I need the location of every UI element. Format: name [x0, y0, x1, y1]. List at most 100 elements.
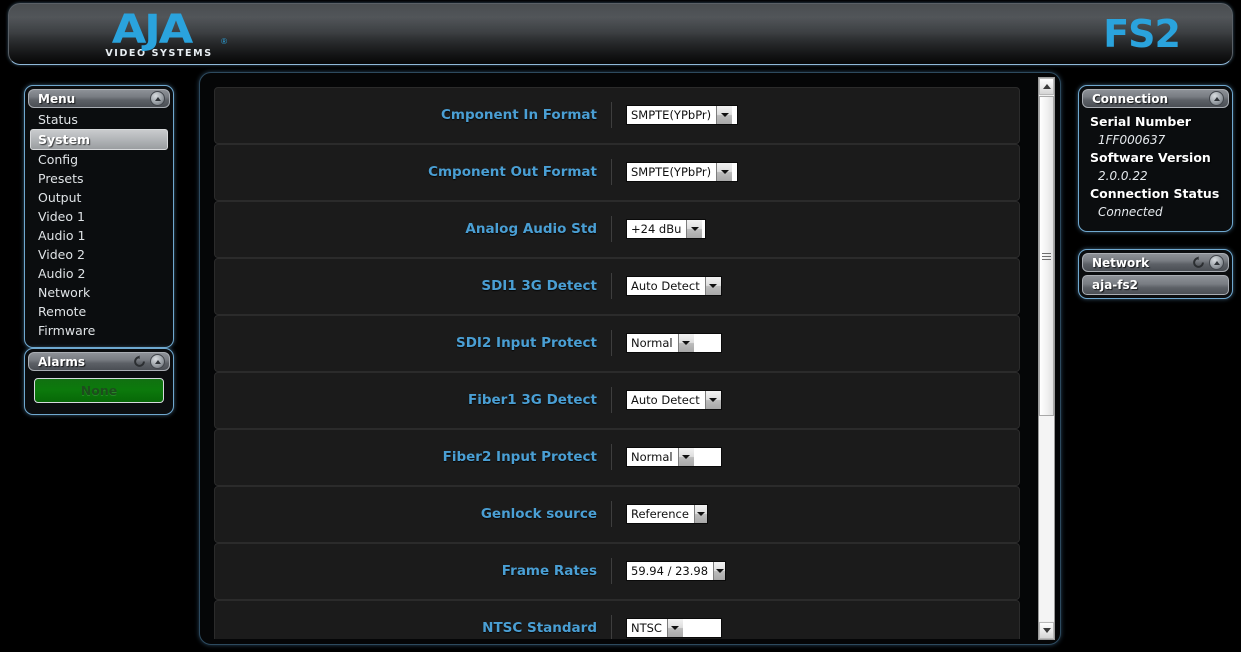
setting-label: Frame Rates	[501, 563, 597, 580]
scroll-down-button[interactable]	[1039, 622, 1054, 639]
sidebar-item-remote[interactable]: Remote	[30, 302, 168, 321]
setting-control: 59.94 / 23.98	[612, 561, 726, 582]
sidebar-item-audio-2[interactable]: Audio 2	[30, 264, 168, 283]
setting-control: SMPTE(YPbPr)	[612, 105, 738, 126]
sidebar-item-system[interactable]: System	[30, 129, 168, 150]
settings-row: SDI1 3G Detect Auto Detect	[214, 258, 1020, 315]
chevron-down-icon[interactable]	[677, 448, 694, 467]
network-device-item[interactable]: aja-fs2	[1082, 275, 1229, 295]
connection-header-icons	[1209, 91, 1224, 106]
network-header-icons	[1192, 255, 1224, 270]
setting-control: Reference	[612, 504, 708, 525]
network-panel: Network aja-fs2	[1078, 249, 1233, 299]
alarms-body: None	[28, 371, 170, 411]
setting-label: Analog Audio Std	[465, 221, 597, 238]
scroll-up-button[interactable]	[1039, 78, 1054, 95]
select-cmponent-out-format[interactable]: SMPTE(YPbPr)	[626, 162, 738, 183]
select-cmponent-in-format[interactable]: SMPTE(YPbPr)	[626, 105, 738, 126]
connection-details: Serial Number 1FF000637 Software Version 2.…	[1082, 108, 1229, 228]
chevron-down-icon[interactable]	[716, 106, 733, 125]
scroll-thumb[interactable]	[1039, 96, 1054, 416]
chevron-down-icon[interactable]	[704, 391, 721, 410]
select-value: Reference	[631, 507, 689, 522]
refresh-icon[interactable]	[133, 355, 146, 368]
select-sdi2-input-protect[interactable]: Normal	[626, 333, 722, 354]
network-device-list: aja-fs2	[1082, 272, 1229, 295]
refresh-icon[interactable]	[1192, 256, 1205, 269]
chevron-up-icon[interactable]	[1209, 255, 1224, 270]
sidebar-item-config[interactable]: Config	[30, 150, 168, 169]
model-name: FS2	[1103, 12, 1181, 56]
setting-control: SMPTE(YPbPr)	[612, 162, 738, 183]
setting-control: Normal	[612, 333, 722, 354]
chevron-down-icon[interactable]	[666, 619, 683, 638]
network-panel-title: Network	[1092, 255, 1150, 270]
connection-panel-title: Connection	[1092, 91, 1169, 106]
connection-field-label: Serial Number	[1090, 114, 1191, 129]
settings-row: Fiber2 Input Protect Normal	[214, 429, 1020, 486]
setting-control: Auto Detect	[612, 276, 722, 297]
alarms-header-icons	[133, 354, 165, 369]
connection-panel: Connection Serial Number 1FF000637 Softwar…	[1078, 85, 1233, 232]
menu-list: Status System Config Presets Output Video 1 Au…	[28, 108, 170, 344]
chevron-down-icon[interactable]	[677, 334, 694, 353]
setting-label: Genlock source	[480, 506, 597, 523]
settings-row: NTSC Standard NTSC	[214, 600, 1020, 639]
chevron-up-icon[interactable]	[1209, 91, 1224, 106]
setting-control: +24 dBu	[612, 219, 706, 240]
vertical-scrollbar[interactable]	[1038, 77, 1055, 640]
setting-label: SDI1 3G Detect	[481, 278, 597, 295]
chevron-down-icon[interactable]	[686, 220, 703, 239]
alarms-panel-header: Alarms	[28, 352, 170, 371]
select-analog-audio-std[interactable]: +24 dBu	[626, 219, 706, 240]
select-value: 59.94 / 23.98	[631, 564, 709, 579]
network-panel-header: Network	[1082, 253, 1229, 272]
alarms-panel-title: Alarms	[38, 354, 86, 369]
sidebar-item-status[interactable]: Status	[30, 110, 168, 129]
sidebar-item-presets[interactable]: Presets	[30, 169, 168, 188]
setting-control: Normal	[612, 447, 722, 468]
settings-row: Fiber1 3G Detect Auto Detect	[214, 372, 1020, 429]
menu-panel-header: Menu	[28, 89, 170, 108]
select-value: SMPTE(YPbPr)	[631, 165, 712, 180]
aja-logo: AJA VIDEO SYSTEMS ®	[45, 10, 235, 61]
chevron-down-icon[interactable]	[693, 505, 707, 524]
chevron-up-icon[interactable]	[150, 354, 165, 369]
select-fiber1-3g-detect[interactable]: Auto Detect	[626, 390, 722, 411]
select-ntsc-standard[interactable]: NTSC	[626, 618, 722, 639]
select-value: Auto Detect	[631, 393, 700, 408]
select-frame-rates[interactable]: 59.94 / 23.98	[626, 561, 726, 582]
settings-row: Analog Audio Std +24 dBu	[214, 201, 1020, 258]
triangle-down-icon	[1042, 628, 1051, 633]
sidebar-item-video-2[interactable]: Video 2	[30, 245, 168, 264]
select-fiber2-input-protect[interactable]: Normal	[626, 447, 722, 468]
select-sdi1-3g-detect[interactable]: Auto Detect	[626, 276, 722, 297]
setting-label: NTSC Standard	[482, 620, 597, 637]
chevron-down-icon[interactable]	[716, 163, 733, 182]
setting-label: SDI2 Input Protect	[456, 335, 597, 352]
settings-row: Cmponent Out Format SMPTE(YPbPr)	[214, 144, 1020, 201]
chevron-down-icon[interactable]	[713, 562, 725, 581]
setting-label: Fiber2 Input Protect	[442, 449, 597, 466]
sidebar-item-audio-1[interactable]: Audio 1	[30, 226, 168, 245]
scroll-grip-icon	[1042, 251, 1051, 262]
chevron-up-icon[interactable]	[150, 91, 165, 106]
select-value: NTSC	[631, 621, 662, 636]
setting-label: Cmponent Out Format	[428, 164, 597, 181]
select-genlock-source[interactable]: Reference	[626, 504, 708, 525]
sidebar-item-output[interactable]: Output	[30, 188, 168, 207]
connection-field-value: Connected	[1098, 205, 1163, 219]
alarms-panel: Alarms None	[24, 348, 174, 415]
settings-row: Genlock source Reference	[214, 486, 1020, 543]
sidebar-item-firmware[interactable]: Firmware	[30, 321, 168, 340]
triangle-up-icon	[1042, 84, 1051, 89]
setting-label: Fiber1 3G Detect	[467, 392, 597, 409]
menu-panel-title: Menu	[38, 91, 76, 106]
sidebar-item-network[interactable]: Network	[30, 283, 168, 302]
alarm-status-badge[interactable]: None	[34, 378, 164, 403]
settings-row: Cmponent In Format SMPTE(YPbPr)	[214, 87, 1020, 144]
settings-row: Frame Rates 59.94 / 23.98	[214, 543, 1020, 600]
sidebar-item-video-1[interactable]: Video 1	[30, 207, 168, 226]
settings-row: SDI2 Input Protect Normal	[214, 315, 1020, 372]
chevron-down-icon[interactable]	[704, 277, 721, 296]
